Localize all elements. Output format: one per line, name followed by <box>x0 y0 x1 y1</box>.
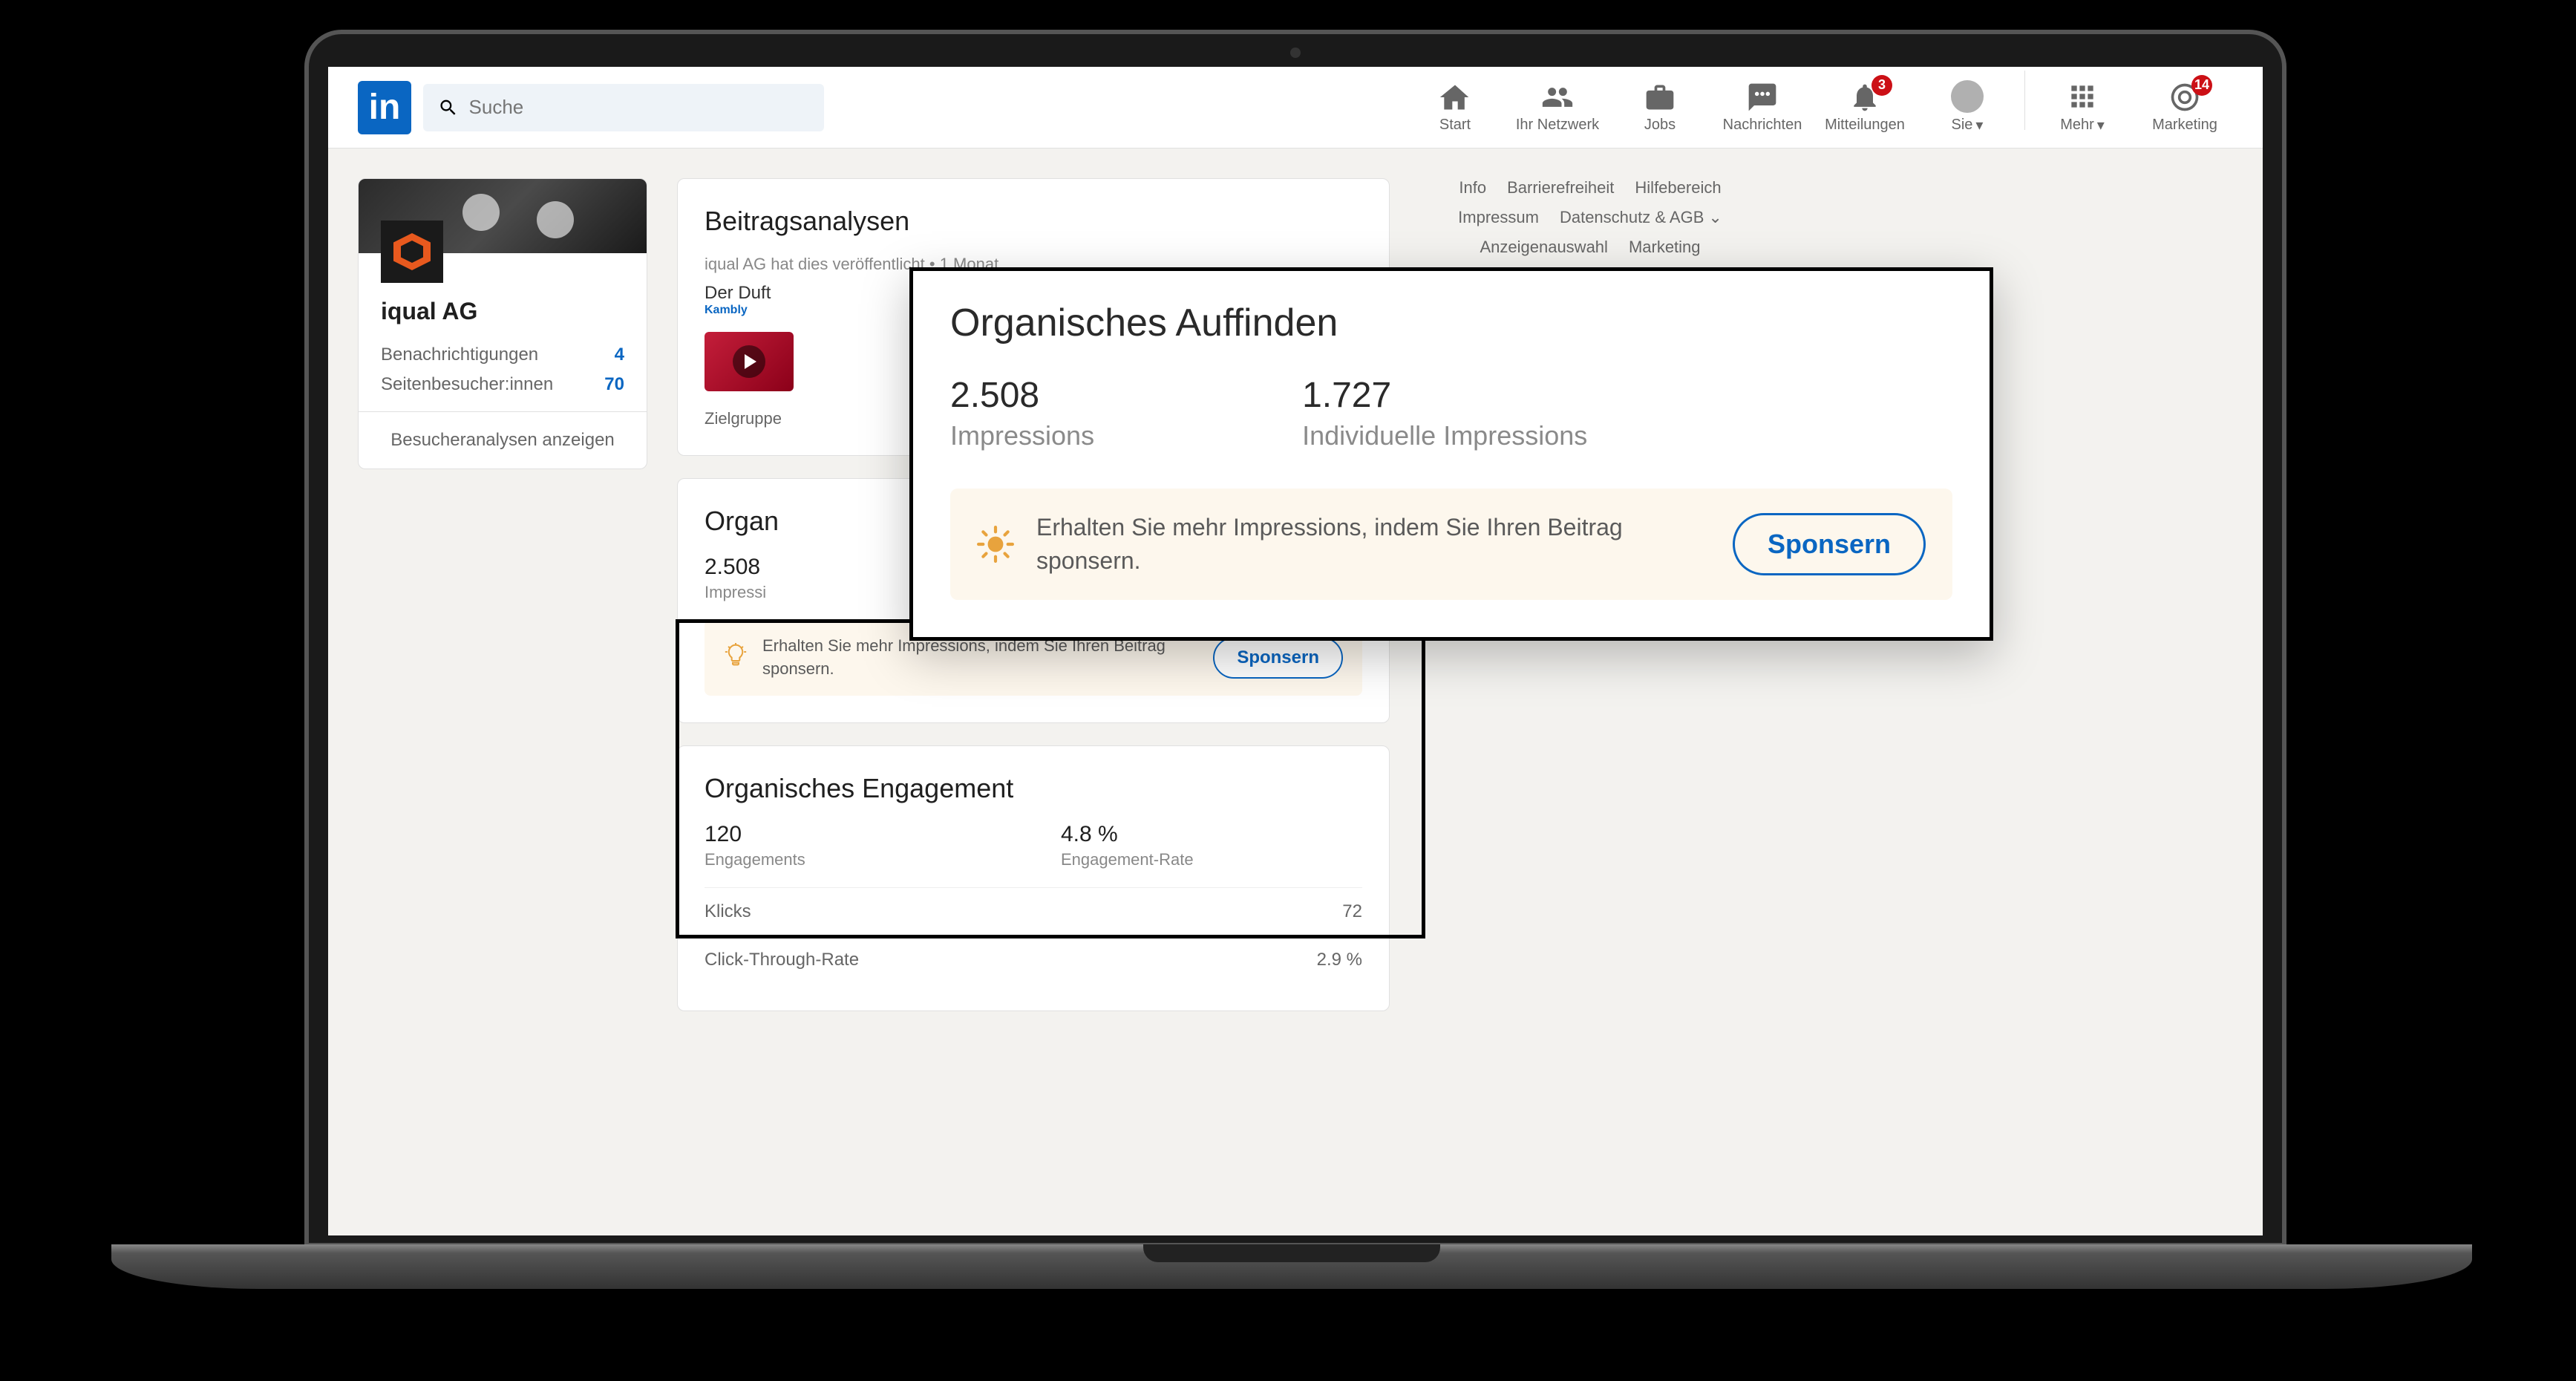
nav-start-label: Start <box>1439 117 1471 134</box>
nav-notifications-label: Mitteilungen <box>1825 117 1905 134</box>
messages-icon <box>1746 81 1779 114</box>
overlay-title: Organisches Auffinden <box>950 301 1952 345</box>
visitor-analytics-button[interactable]: Besucheranalysen anzeigen <box>359 411 647 469</box>
overlay-promo-text: Erhalten Sie mehr Impressions, indem Sie… <box>1036 511 1710 578</box>
nav-start[interactable]: Start <box>1407 71 1503 145</box>
lightbulb-icon <box>977 526 1014 563</box>
sidebar-row-value: 4 <box>615 345 624 365</box>
play-icon <box>733 345 765 378</box>
laptop-base <box>111 1244 2472 1289</box>
linkedin-header: in Start Ihr Netzwerk Jobs <box>328 67 2263 148</box>
nav-messages[interactable]: Nachrichten <box>1714 71 1811 145</box>
footer-link-imprint[interactable]: Impressum <box>1458 208 1539 227</box>
post-video-thumbnail[interactable] <box>705 332 794 391</box>
footer-link-ads[interactable]: Anzeigenauswahl <box>1480 238 1607 257</box>
avatar-icon <box>1951 80 1984 113</box>
marketing-badge: 14 <box>2191 75 2212 96</box>
overlay-impressions-label: Impressions <box>950 420 1094 451</box>
nav-divider <box>2024 71 2025 130</box>
footer-link-privacy[interactable]: Datenschutz & AGB ⌄ <box>1560 208 1722 227</box>
nav-network[interactable]: Ihr Netzwerk <box>1509 71 1606 145</box>
stat-line-value: 2.9 % <box>1317 950 1362 970</box>
nav-items: Start Ihr Netzwerk Jobs Nachrichten 3 <box>1407 71 2233 145</box>
search-box[interactable] <box>423 84 824 131</box>
footer-link-help[interactable]: Hilfebereich <box>1635 178 1721 197</box>
search-input[interactable] <box>469 96 809 119</box>
stat-line-label: Click-Through-Rate <box>705 950 859 970</box>
sidebar-row-visitors[interactable]: Seitenbesucher:innen 70 <box>359 370 647 399</box>
sidebar-row-label: Seitenbesucher:innen <box>381 374 553 395</box>
laptop-camera-icon <box>1290 48 1301 58</box>
grid-icon <box>2066 80 2099 113</box>
nav-marketing-label: Marketing <box>2152 117 2217 134</box>
card-title: Beitragsanalysen <box>705 206 1362 237</box>
nav-more-label: Mehr <box>2060 117 2094 134</box>
stat-line-ctr: Click-Through-Rate 2.9 % <box>705 936 1362 984</box>
laptop-notch <box>1143 1244 1440 1262</box>
nav-you[interactable]: Sie▾ <box>1919 71 2016 145</box>
overlay-stat-unique: 1.727 Individuelle Impressions <box>1302 375 1587 451</box>
company-name[interactable]: iqual AG <box>359 283 647 340</box>
overlay-unique-label: Individuelle Impressions <box>1302 420 1587 451</box>
screen-viewport: in Start Ihr Netzwerk Jobs <box>328 67 2263 1235</box>
briefcase-icon <box>1644 81 1676 114</box>
chevron-down-icon: ▾ <box>1975 116 1983 134</box>
footer-link-marketing[interactable]: Marketing <box>1629 238 1701 257</box>
nav-more[interactable]: Mehr▾ <box>2034 71 2131 145</box>
overlay-sponsor-button[interactable]: Sponsern <box>1733 513 1926 575</box>
chevron-down-icon: ⌄ <box>1708 208 1722 227</box>
linkedin-logo-icon[interactable]: in <box>358 81 411 134</box>
footer-links: Info Barrierefreiheit Hilfebereich Impre… <box>1419 178 1761 257</box>
nav-you-label: Sie <box>1952 117 1973 134</box>
chevron-down-icon: ▾ <box>2097 116 2105 134</box>
search-icon <box>438 97 459 119</box>
impressions-value: 2.508 <box>705 555 853 580</box>
overlay-promo-bar: Erhalten Sie mehr Impressions, indem Sie… <box>950 489 1952 600</box>
home-icon <box>1439 81 1471 114</box>
company-logo-icon[interactable] <box>381 221 443 283</box>
notifications-badge: 3 <box>1871 75 1892 96</box>
nav-marketing[interactable]: 14 Marketing <box>2137 71 2233 145</box>
nav-jobs[interactable]: Jobs <box>1612 71 1708 145</box>
overlay-impressions-value: 2.508 <box>950 375 1094 416</box>
nav-jobs-label: Jobs <box>1644 117 1676 134</box>
highlight-box-small <box>676 619 1425 938</box>
footer-link-accessibility[interactable]: Barrierefreiheit <box>1507 178 1614 197</box>
overlay-stat-impressions: 2.508 Impressions <box>950 375 1094 451</box>
sidebar-row-notifications[interactable]: Benachrichtigungen 4 <box>359 340 647 370</box>
sidebar-row-label: Benachrichtigungen <box>381 345 538 365</box>
nav-network-label: Ihr Netzwerk <box>1516 117 1599 134</box>
company-sidebar: iqual AG Benachrichtigungen 4 Seitenbesu… <box>358 178 647 469</box>
network-icon <box>1541 81 1574 114</box>
nav-messages-label: Nachrichten <box>1723 117 1802 134</box>
organic-find-overlay: Organisches Auffinden 2.508 Impressions … <box>909 267 1993 641</box>
nav-notifications[interactable]: 3 Mitteilungen <box>1817 71 1913 145</box>
footer-link-info[interactable]: Info <box>1459 178 1486 197</box>
sidebar-row-value: 70 <box>604 374 624 395</box>
impressions-label: Impressi <box>705 583 853 602</box>
overlay-unique-value: 1.727 <box>1302 375 1587 416</box>
